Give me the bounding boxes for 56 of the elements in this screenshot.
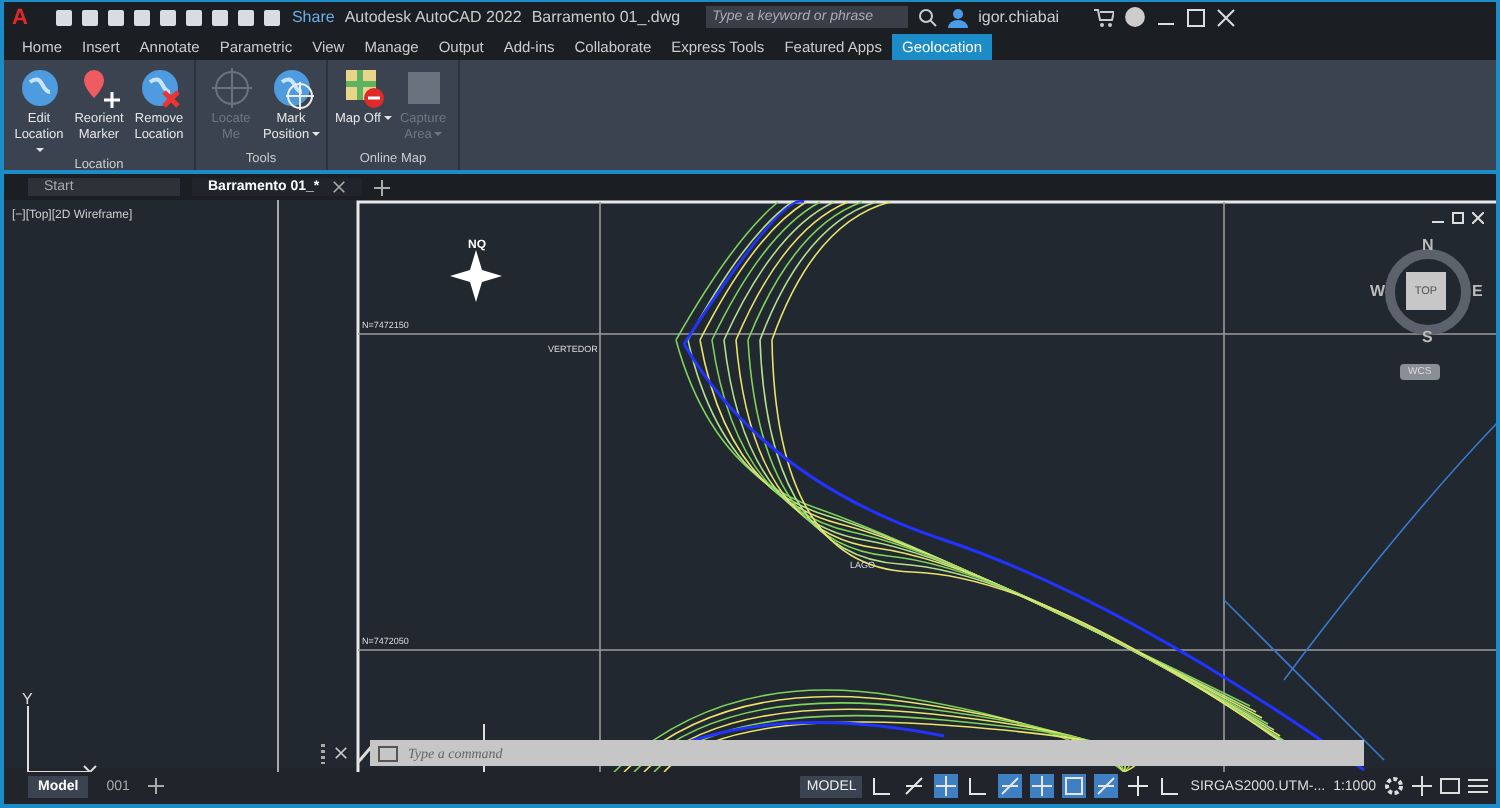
- dropdown-caret-icon: [383, 116, 391, 121]
- crosshair-icon: [209, 66, 253, 110]
- toolbar-icon[interactable]: [53, 7, 74, 27]
- toolbar-icon[interactable]: [79, 7, 100, 27]
- status-toggle-button[interactable]: [902, 774, 927, 798]
- toolbar-icon[interactable]: [209, 7, 230, 27]
- dropdown-caret-icon: [311, 132, 320, 137]
- new-tab-icon[interactable]: [373, 179, 390, 195]
- compass-direction[interactable]: E: [1472, 282, 1483, 300]
- dropdown-caret-icon: [433, 132, 442, 137]
- close-icon[interactable]: [331, 180, 346, 194]
- wrench-icon[interactable]: [356, 743, 374, 763]
- share-button[interactable]: Share: [291, 8, 335, 26]
- toolbar-icon[interactable]: [157, 7, 178, 27]
- axis-label: Y: [22, 690, 33, 708]
- settings-icon[interactable]: [1384, 776, 1404, 796]
- globe-crosshair-icon: [269, 66, 313, 110]
- compass-direction[interactable]: W: [1370, 282, 1386, 300]
- ucs-axes-icon: [27, 705, 97, 772]
- status-toggle-button[interactable]: [1030, 774, 1055, 798]
- maximize-icon[interactable]: [1185, 7, 1206, 27]
- map-off-icon: [341, 66, 385, 110]
- toolbar-icon[interactable]: [261, 7, 282, 27]
- fullscreen-icon[interactable]: [1440, 776, 1460, 796]
- status-toggle-button[interactable]: [1062, 774, 1087, 798]
- dropdown-caret-icon: [36, 147, 44, 152]
- file-name: Barramento 01_.dwg: [531, 8, 681, 26]
- terminal-icon[interactable]: [378, 745, 402, 761]
- toolbar-icon[interactable]: [105, 7, 126, 27]
- user-icon[interactable]: [948, 7, 969, 27]
- cart-icon[interactable]: [1093, 7, 1114, 27]
- close-icon[interactable]: [334, 746, 348, 760]
- status-toggle-button[interactable]: [1094, 774, 1119, 798]
- window-title: Autodesk AutoCAD 2022: [344, 8, 522, 26]
- plus-icon[interactable]: [1412, 776, 1432, 796]
- restore-icon[interactable]: [1452, 212, 1464, 224]
- app-logo[interactable]: A: [12, 5, 28, 29]
- globe-remove-icon: [137, 66, 181, 110]
- compass-direction[interactable]: S: [1422, 328, 1433, 346]
- status-toggle-button[interactable]: [1158, 774, 1183, 798]
- status-toggle-button[interactable]: [966, 774, 991, 798]
- toolbar-icon[interactable]: [183, 7, 204, 27]
- new-layout-icon[interactable]: [147, 778, 164, 794]
- status-toggle-button[interactable]: [934, 774, 959, 798]
- search-icon[interactable]: [918, 7, 939, 27]
- status-toggle-button[interactable]: [998, 774, 1023, 798]
- toolbar-icon[interactable]: [235, 7, 256, 27]
- toolbar-icon[interactable]: [131, 7, 152, 27]
- status-toggle-button[interactable]: [1126, 774, 1151, 798]
- globe-icon: [17, 66, 61, 110]
- status-toggle-button[interactable]: [870, 774, 895, 798]
- grip-icon[interactable]: [320, 743, 326, 763]
- menu-icon[interactable]: [1468, 776, 1488, 796]
- compass-rose-icon: [450, 250, 502, 302]
- user-name[interactable]: igor.chiabai: [978, 8, 1060, 26]
- compass-direction[interactable]: N: [1422, 236, 1434, 254]
